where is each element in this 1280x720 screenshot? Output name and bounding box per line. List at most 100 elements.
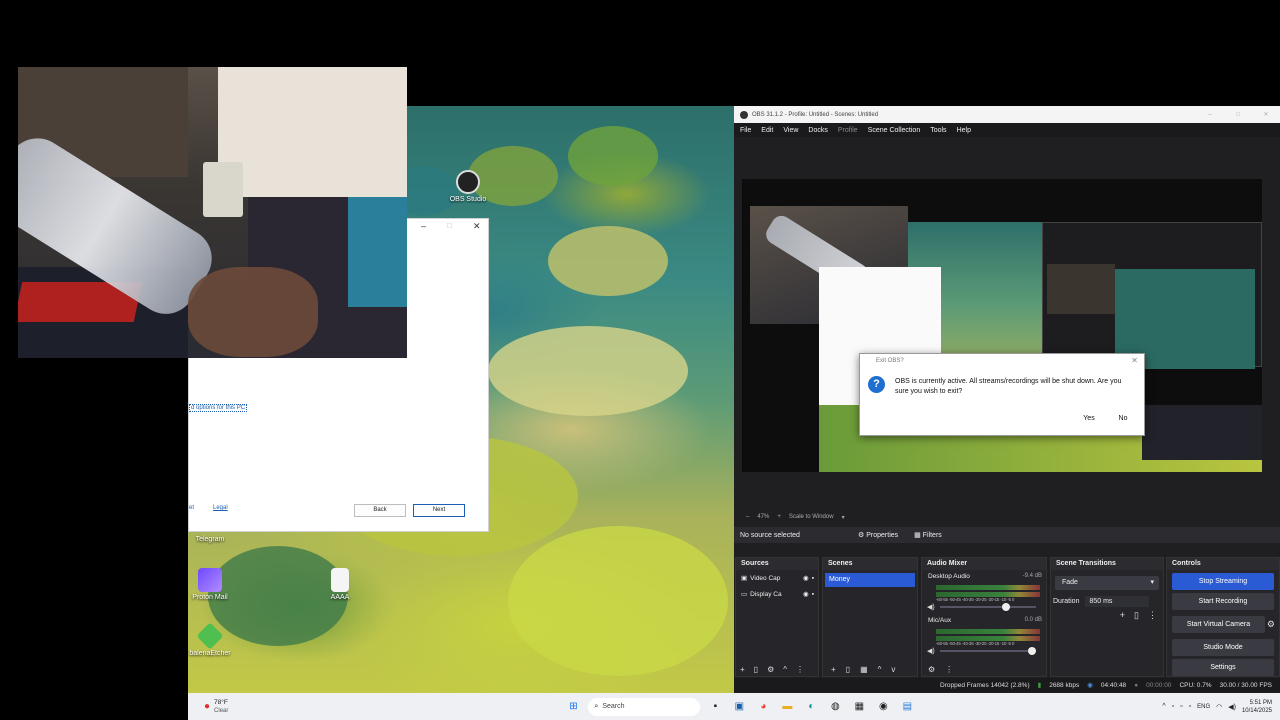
zoom-out-icon[interactable]: – <box>746 514 749 520</box>
filters-button[interactable]: ▦ Filters <box>914 531 942 539</box>
eye-icon[interactable]: ◉ <box>803 590 809 598</box>
yes-button[interactable]: Yes <box>1075 412 1103 426</box>
obs-title: OBS 31.1.2 - Profile: Untitled - Scenes:… <box>752 111 879 118</box>
volume-icon[interactable]: ◀) <box>1228 703 1236 711</box>
transition-select[interactable]: Fade ▾ <box>1055 576 1159 590</box>
scenes-dock: Scenes Money + ▯ ▦ ^ v <box>822 557 918 677</box>
zoom-in-icon[interactable]: + <box>777 514 781 520</box>
no-button[interactable]: No <box>1109 412 1137 426</box>
more-icon[interactable]: ⋮ <box>1148 610 1157 621</box>
desktop-icon-proton-mail[interactable]: Proton Mail <box>180 568 240 601</box>
trash-icon[interactable]: ▯ <box>846 665 850 674</box>
trash-icon[interactable]: ▯ <box>1134 610 1139 621</box>
source-item[interactable]: ▭ Display Ca ◉ ▪ <box>736 586 818 602</box>
volume-meter <box>936 592 1040 597</box>
volume-meter <box>936 629 1040 634</box>
scenes-toolbar: + ▯ ▦ ^ v <box>831 665 895 674</box>
volume-slider[interactable] <box>940 647 1036 655</box>
app-icon[interactable]: ▦ <box>850 698 868 716</box>
obs-icon <box>456 170 480 194</box>
gear-icon[interactable]: ⚙ <box>767 665 774 674</box>
eye-icon[interactable]: ◉ <box>803 574 809 582</box>
menu-profile[interactable]: Profile <box>838 127 858 134</box>
maximize-icon[interactable]: □ <box>447 221 452 230</box>
close-icon[interactable]: ✕ <box>473 221 481 232</box>
more-icon[interactable]: ⋮ <box>796 665 804 674</box>
menu-view[interactable]: View <box>783 127 798 134</box>
chrome-icon[interactable]: ◕ <box>754 698 772 716</box>
controls-title: Controls <box>1167 558 1279 570</box>
tray-icon[interactable]: ▫ <box>1189 703 1191 710</box>
close-icon[interactable]: ✕ <box>1252 111 1280 118</box>
gear-icon[interactable]: ⚙ <box>928 665 935 674</box>
scale-mode[interactable]: Scale to Window <box>789 514 834 520</box>
speaker-icon[interactable]: ◀) <box>927 603 935 611</box>
minimize-icon[interactable]: – <box>1196 112 1224 118</box>
stream-time: 04:40:48 <box>1100 681 1127 689</box>
tray-icon[interactable]: ▫ <box>1172 703 1174 710</box>
legal-link[interactable]: Legal <box>213 505 228 511</box>
desktop-icon-balena-etcher[interactable]: balenaEtcher <box>180 622 240 657</box>
options-link[interactable]: d options for this PC <box>189 404 248 412</box>
next-button[interactable]: Next <box>413 504 465 517</box>
add-icon[interactable]: + <box>740 665 745 674</box>
chevron-up-icon[interactable]: ^ <box>783 665 787 674</box>
lock-icon[interactable]: ▪ <box>812 591 814 598</box>
edge-icon[interactable]: ◐ <box>802 698 820 716</box>
weather-widget[interactable]: ● 78°F Clear <box>204 699 228 715</box>
studio-mode-button[interactable]: Studio Mode <box>1172 639 1274 656</box>
language-indicator[interactable]: ENG <box>1197 704 1210 710</box>
chevron-up-icon[interactable]: ^ <box>878 665 882 674</box>
menu-scene-collection[interactable]: Scene Collection <box>868 127 921 134</box>
desktop-icon-file[interactable]: AAAA <box>310 568 370 601</box>
add-icon[interactable]: + <box>831 665 836 674</box>
desktop-icon-telegram[interactable]: Telegram <box>180 536 240 543</box>
chevron-down-icon[interactable]: ▾ <box>842 514 845 521</box>
chevron-up-icon[interactable]: ^ <box>1162 703 1165 710</box>
mixer-toolbar: ⚙ ⋮ <box>928 665 953 674</box>
properties-button[interactable]: ⚙ Properties <box>858 531 898 539</box>
stop-streaming-button[interactable]: Stop Streaming <box>1172 573 1274 590</box>
fps: 30.00 / 30.00 FPS <box>1219 681 1272 689</box>
speaker-icon[interactable]: ◀) <box>927 647 935 655</box>
start-virtual-camera-button[interactable]: Start Virtual Camera <box>1172 616 1265 633</box>
file-explorer-icon[interactable]: ▬ <box>778 698 796 716</box>
lock-icon[interactable]: ▪ <box>812 575 814 582</box>
search-box[interactable]: ⌕ Search <box>588 697 701 716</box>
filter-icon[interactable]: ▦ <box>860 665 868 674</box>
more-icon[interactable]: ⋮ <box>945 665 953 674</box>
wifi-icon[interactable]: ◠ <box>1216 703 1222 711</box>
clock[interactable]: 5:51 PM 10/14/2025 <box>1242 699 1272 715</box>
menu-edit[interactable]: Edit <box>761 127 773 134</box>
menu-tools[interactable]: Tools <box>930 127 946 134</box>
tray-icon[interactable]: ▫ <box>1180 703 1182 710</box>
app-icon[interactable]: ▤ <box>898 698 916 716</box>
menu-docks[interactable]: Docks <box>808 127 827 134</box>
scene-item-money[interactable]: Money <box>825 573 915 587</box>
duration-input[interactable]: 850 ms <box>1085 596 1150 607</box>
signal-icon: ▮ <box>1037 682 1042 689</box>
app-icon[interactable]: ▣ <box>730 698 748 716</box>
source-item[interactable]: ▣ Video Cap ◉ ▪ <box>736 570 818 586</box>
gear-icon[interactable]: ⚙ <box>1267 619 1275 630</box>
volume-slider[interactable] <box>940 603 1036 611</box>
settings-button[interactable]: Settings <box>1172 659 1274 676</box>
chevron-down-icon[interactable]: v <box>891 665 895 674</box>
start-recording-button[interactable]: Start Recording <box>1172 593 1274 610</box>
trash-icon[interactable]: ▯ <box>754 665 758 674</box>
minimize-icon[interactable]: – <box>421 221 426 231</box>
maximize-icon[interactable]: □ <box>1224 112 1252 118</box>
add-icon[interactable]: + <box>1120 610 1125 621</box>
menu-help[interactable]: Help <box>957 127 971 134</box>
menu-file[interactable]: File <box>740 127 751 134</box>
desktop-icon-obs[interactable]: OBS Studio <box>438 170 498 203</box>
obs-icon[interactable]: ◉ <box>874 698 892 716</box>
back-button[interactable]: Back <box>354 504 406 517</box>
transition-toolbar: + ▯ ⋮ <box>1120 610 1157 621</box>
close-icon[interactable]: ✕ <box>1131 356 1138 365</box>
desktop-screen: OBS Studio Telegram Proton Mail AAAA bal… <box>0 0 1280 720</box>
windows-start-icon[interactable]: ⊞ <box>564 698 582 716</box>
task-view-icon[interactable]: ▪ <box>706 698 724 716</box>
app-icon[interactable]: ◍ <box>826 698 844 716</box>
setup-link-1[interactable]: et <box>189 505 194 511</box>
